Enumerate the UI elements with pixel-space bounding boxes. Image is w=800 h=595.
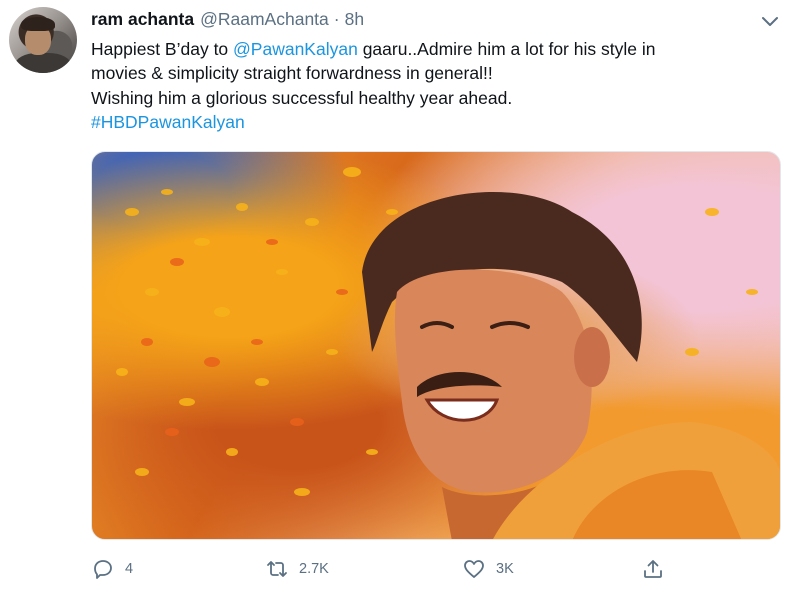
- tweet-text-line-3: Wishing him a glorious successful health…: [91, 87, 513, 108]
- share-icon: [644, 560, 662, 578]
- like-button[interactable]: 3K: [462, 556, 514, 582]
- avatar-hair-shape: [21, 17, 55, 31]
- tweet-photo[interactable]: [91, 151, 781, 540]
- avatar-body-shape: [15, 53, 71, 73]
- hashtag-link[interactable]: #HBDPawanKalyan: [91, 112, 245, 132]
- tweet-header: ram achanta @RaamAchanta · 8h: [91, 9, 364, 31]
- reply-count: 4: [125, 561, 134, 577]
- reply-icon: [94, 560, 112, 579]
- heart-icon: [464, 560, 484, 578]
- avatar[interactable]: [9, 7, 77, 73]
- tweet-text: Happiest B’day to @PawanKalyan gaaru..Ad…: [91, 37, 791, 134]
- retweet-button[interactable]: 2.7K: [265, 556, 329, 582]
- like-count: 3K: [496, 561, 514, 577]
- reply-button[interactable]: 4: [91, 556, 133, 582]
- tweet-card[interactable]: ram achanta @RaamAchanta · 8h Happiest B…: [0, 0, 800, 595]
- orange-confetti: [141, 239, 348, 436]
- photo-illustration: [116, 167, 780, 539]
- header-separator: ·: [333, 9, 340, 29]
- tweet-text-line-1: Happiest B’day to @PawanKalyan gaaru..Ad…: [91, 37, 791, 61]
- author-name[interactable]: ram achanta: [91, 9, 194, 30]
- chevron-down-icon[interactable]: [758, 10, 782, 34]
- tweet-timestamp[interactable]: 8h: [345, 9, 364, 30]
- ear-shape: [574, 327, 610, 387]
- retweet-count: 2.7K: [299, 561, 329, 577]
- author-handle[interactable]: @RaamAchanta: [200, 9, 329, 30]
- action-bar: 4 2.7K 3K: [91, 556, 781, 582]
- share-button[interactable]: [641, 556, 665, 582]
- retweet-icon: [267, 561, 287, 577]
- tweet-text-prefix: Happiest B’day to: [91, 39, 234, 59]
- tweet-text-line-2: movies & simplicity straight forwardness…: [91, 63, 493, 84]
- tweet-text-suffix: gaaru..Admire him a lot for his style in: [357, 39, 656, 59]
- mention-link[interactable]: @PawanKalyan: [233, 39, 358, 59]
